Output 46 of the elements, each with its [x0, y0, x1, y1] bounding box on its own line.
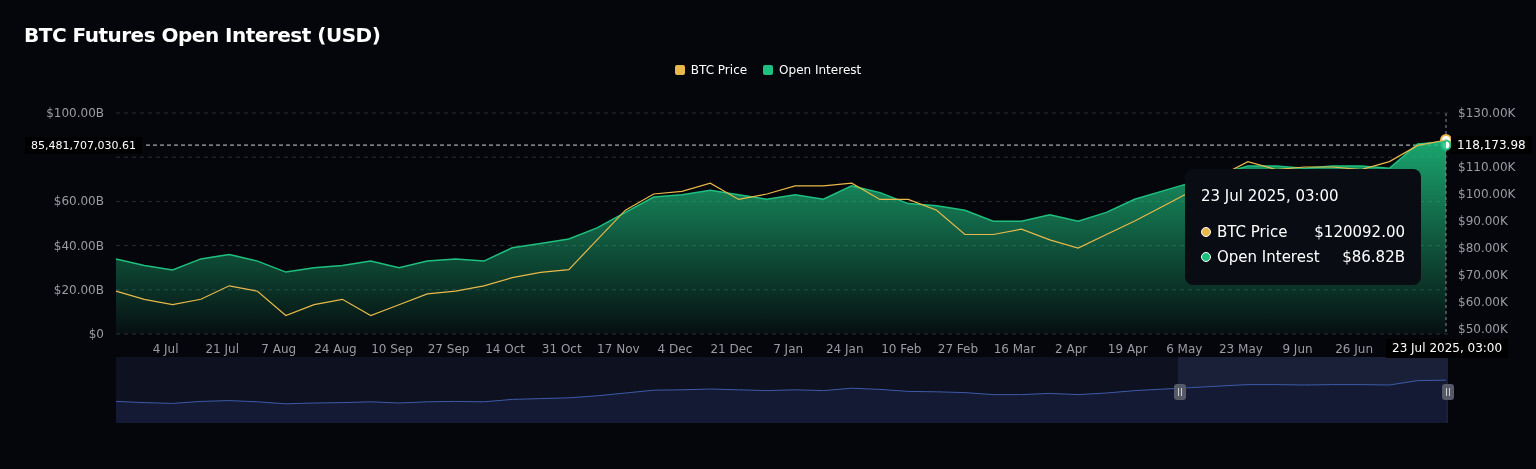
- tooltip-value: $120092.00: [1314, 221, 1405, 243]
- axis-label: $0: [88, 327, 104, 341]
- axis-label: 21 Jul: [205, 342, 239, 356]
- axis-label: $50.00K: [1458, 322, 1508, 336]
- axis-label: $40.00B: [53, 238, 104, 253]
- axis-label: 24 Jan: [825, 342, 864, 356]
- axis-label: $110.00K: [1458, 160, 1516, 174]
- axis-label: 23 May: [1218, 342, 1263, 356]
- axis-label: $100.00B: [46, 106, 104, 120]
- axis-label: 21 Dec: [710, 342, 753, 356]
- tooltip-label: BTC Price: [1217, 221, 1288, 243]
- legend-item[interactable]: BTC Price: [674, 62, 748, 78]
- axis-label: 7 Jan: [773, 342, 804, 356]
- legend-item[interactable]: Open Interest: [763, 62, 862, 78]
- tooltip-label: Open Interest: [1217, 246, 1320, 268]
- axis-label: 17 Nov: [597, 342, 640, 356]
- crosshair-date-label: 23 Jul 2025, 03:00: [1386, 339, 1509, 358]
- axis-label: 14 Oct: [485, 342, 526, 356]
- axis-label: $60.00B: [53, 194, 104, 209]
- axis-label: 6 May: [1166, 342, 1203, 356]
- axis-label: $90.00K: [1458, 214, 1508, 228]
- axis-label: 2 Apr: [1055, 342, 1088, 356]
- axis-label: 24 Aug: [314, 342, 357, 356]
- axis-label: 19 Apr: [1107, 342, 1148, 356]
- axis-label: $60.00K: [1458, 295, 1508, 309]
- chart-title: BTC Futures Open Interest (USD): [24, 22, 382, 49]
- tooltip-value: $86.82B: [1342, 246, 1405, 268]
- crosshair-value-label: 118,173.98: [1451, 136, 1532, 154]
- axis-label: $70.00K: [1458, 268, 1508, 282]
- axis-label: 26 Jun: [1335, 342, 1374, 356]
- axis-label: $130.00K: [1458, 106, 1516, 120]
- axis-label: 16 Mar: [993, 342, 1036, 356]
- axis-label: 27 Feb: [937, 342, 979, 356]
- axis-label: $100.00K: [1458, 187, 1516, 201]
- tooltip-title: 23 Jul 2025, 03:00: [1201, 186, 1340, 207]
- axis-label: 31 Oct: [541, 342, 582, 356]
- axis-label: $80.00K: [1458, 241, 1508, 255]
- crosshair-value-label: 85,481,707,030.61: [25, 137, 142, 154]
- axis-label: 7 Aug: [261, 342, 297, 356]
- axis-label: 10 Sep: [371, 342, 413, 356]
- axis-label: 9 Jun: [1282, 342, 1313, 356]
- axis-label: 4 Dec: [657, 342, 693, 356]
- axis-label: 27 Sep: [427, 342, 470, 356]
- axis-label: 4 Jul: [152, 342, 179, 356]
- axis-label: 10 Feb: [881, 342, 922, 356]
- axis-label: $20.00B: [53, 282, 104, 297]
